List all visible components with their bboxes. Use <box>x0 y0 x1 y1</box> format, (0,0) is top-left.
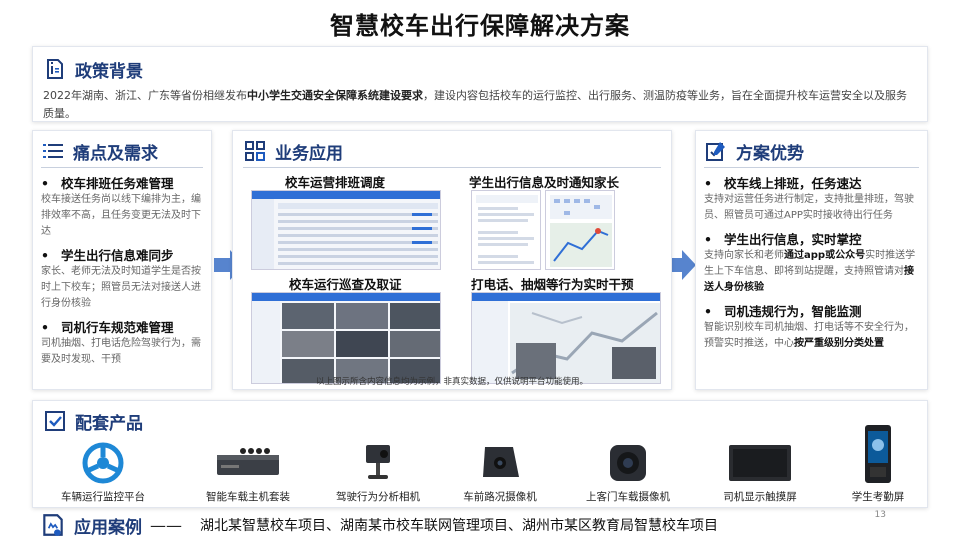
intervention-screenshot <box>471 292 661 384</box>
pain-item: • 司机行车规范难管理 司机抽烟、打电话危险驾驶行为，需要及时发现、干预 <box>41 317 203 368</box>
adv-item-desc: 支持向家长和老师通过app或公众号实时推送学生上下车信息、即将到站提醒，支持照管… <box>704 250 916 293</box>
divider <box>243 167 661 168</box>
pain-item-title: 校车排班任务难管理 <box>61 176 174 191</box>
pain-heading: 痛点及需求 <box>73 143 158 164</box>
phone-notify-screenshot <box>471 190 541 270</box>
adv-item: • 司机违规行为，智能监测 智能识别校车司机抽烟、打电话等不安全行为，预警实时推送… <box>704 301 919 352</box>
product-item: 学生考勤屏 <box>833 425 923 504</box>
door-camera-icon <box>610 445 646 481</box>
pain-item-desc: 校车接送任务尚以线下编排为主，编排效率不高，且任务变更无法及时下达 <box>41 194 201 237</box>
checkbox-icon <box>45 411 65 431</box>
case-document-icon <box>43 514 63 536</box>
policy-panel: 政策背景 2022年湖南、浙江、广东等省份相继发布中小学生交通安全保障系统建设要… <box>32 46 928 122</box>
divider <box>704 167 919 168</box>
grid-apps-icon <box>245 141 265 161</box>
dash-camera-icon <box>483 447 519 477</box>
patrol-video-screenshot <box>251 292 441 384</box>
list-icon <box>43 144 63 158</box>
dvr-host-icon <box>217 448 279 475</box>
product-label: 学生考勤屏 <box>851 491 905 503</box>
products-header: 配套产品 <box>43 407 917 435</box>
apps-grid: 校车运营排班调度 学生出行信息及时通知家长 校车运行巡查及取证 打电话、抽烟等行… <box>243 172 661 387</box>
product-item: 车辆运行监控平台 <box>53 441 153 504</box>
cases-section: 应用案例 —— 湖北某智慧校车项目、湖南某市校车联网管理项目、湖州市某区教育局智… <box>40 512 920 538</box>
policy-heading: 政策背景 <box>75 61 143 82</box>
product-item: 司机显示触摸屏 <box>705 441 815 504</box>
page-number: 13 <box>874 510 886 520</box>
app-caption: 打电话、抽烟等行为实时干预 <box>471 277 634 292</box>
policy-header: 政策背景 <box>43 55 917 83</box>
app-caption: 校车运营排班调度 <box>285 175 386 190</box>
pain-item: • 学生出行信息难同步 家长、老师无法及时知道学生是否按时上下校车；照管员无法对接… <box>41 245 203 312</box>
products-heading: 配套产品 <box>75 413 143 434</box>
edit-check-icon <box>706 142 725 161</box>
scheduling-screenshot <box>251 190 441 270</box>
product-item: 上客门车载摄像机 <box>573 441 683 504</box>
advantages-panel: 方案优势 • 校车线上排班，任务速达 支持对运营任务进行制定，支持批量排班，驾驶员… <box>695 130 928 390</box>
app-caption: 校车运行巡查及取证 <box>289 277 402 292</box>
document-info-icon <box>47 59 63 79</box>
product-item: 车前路况摄像机 <box>445 441 555 504</box>
adv-heading: 方案优势 <box>736 143 804 164</box>
apps-heading: 业务应用 <box>275 143 343 164</box>
product-label: 上客门车载摄像机 <box>586 491 670 503</box>
adv-item-title: 司机违规行为，智能监测 <box>724 304 862 319</box>
platform-logo-icon <box>82 442 124 484</box>
adv-header: 方案优势 <box>704 137 919 165</box>
attendance-screen-icon <box>865 425 891 483</box>
touch-screen-icon <box>729 445 791 481</box>
adv-item-title: 学生出行信息，实时掌控 <box>724 232 862 247</box>
product-item: 智能车载主机套装 <box>193 441 303 504</box>
product-label: 司机显示触摸屏 <box>723 491 797 503</box>
pain-header: 痛点及需求 <box>41 137 203 165</box>
cases-dash: —— <box>150 515 182 535</box>
phone-map-screenshot <box>545 190 615 270</box>
cases-list: 湖北某智慧校车项目、湖南某市校车联网管理项目、湖州市某区教育局智慧校车项目 <box>200 518 718 534</box>
pain-points-panel: 痛点及需求 • 校车排班任务难管理 校车接送任务尚以线下编排为主，编排效率不高，且… <box>32 130 212 390</box>
product-label: 智能车载主机套装 <box>206 491 290 503</box>
pain-item-desc: 司机抽烟、打电话危险驾驶行为，需要及时发现、干预 <box>41 338 201 365</box>
product-label: 驾驶行为分析相机 <box>336 491 420 503</box>
cases-heading: 应用案例 <box>74 517 142 538</box>
page-title: 智慧校车出行保障解决方案 <box>330 12 630 40</box>
pain-item: • 校车排班任务难管理 校车接送任务尚以线下编排为主，编排效率不高，且任务变更无法… <box>41 173 203 240</box>
product-label: 车辆运行监控平台 <box>61 491 145 503</box>
disclaimer-note: 以上图示所含内容信息均为示例，非真实数据，仅供说明平台功能使用。 <box>315 377 588 387</box>
policy-text: 2022年湖南、浙江、广东等省份相继发布中小学生交通安全保障系统建设要求，建设内… <box>43 89 907 120</box>
pain-item-desc: 家长、老师无法及时知道学生是否按时上下校车；照管员无法对接送人进行身份核验 <box>41 266 201 309</box>
adv-item: • 学生出行信息，实时掌控 支持向家长和老师通过app或公众号实时推送学生上下车信… <box>704 229 919 296</box>
driver-camera-icon <box>366 445 390 479</box>
products-panel: 配套产品 车辆运行监控平台 智能车载主机套装 驾驶行为分析相机 车前路况摄像机 … <box>32 400 928 508</box>
pain-item-title: 司机行车规范难管理 <box>61 320 174 335</box>
adv-item-desc: 智能识别校车司机抽烟、打电话等不安全行为，预警实时推送，中心按严重级别分类处置 <box>704 322 914 349</box>
adv-item-title: 校车线上排班，任务速达 <box>724 176 862 191</box>
product-label: 车前路况摄像机 <box>463 491 537 503</box>
adv-item: • 校车线上排班，任务速达 支持对运营任务进行制定，支持批量排班，驾驶员、照管员可… <box>704 173 919 224</box>
business-apps-panel: 业务应用 校车运营排班调度 学生出行信息及时通知家长 校车运行巡查及取证 打电话… <box>232 130 672 390</box>
app-caption: 学生出行信息及时通知家长 <box>469 175 620 190</box>
product-item: 驾驶行为分析相机 <box>323 441 433 504</box>
apps-header: 业务应用 <box>243 137 661 165</box>
pain-item-title: 学生出行信息难同步 <box>61 248 174 263</box>
adv-item-desc: 支持对运营任务进行制定，支持批量排班，驾驶员、照管员可通过APP实时接收待出行任… <box>704 194 914 221</box>
divider <box>41 167 203 168</box>
